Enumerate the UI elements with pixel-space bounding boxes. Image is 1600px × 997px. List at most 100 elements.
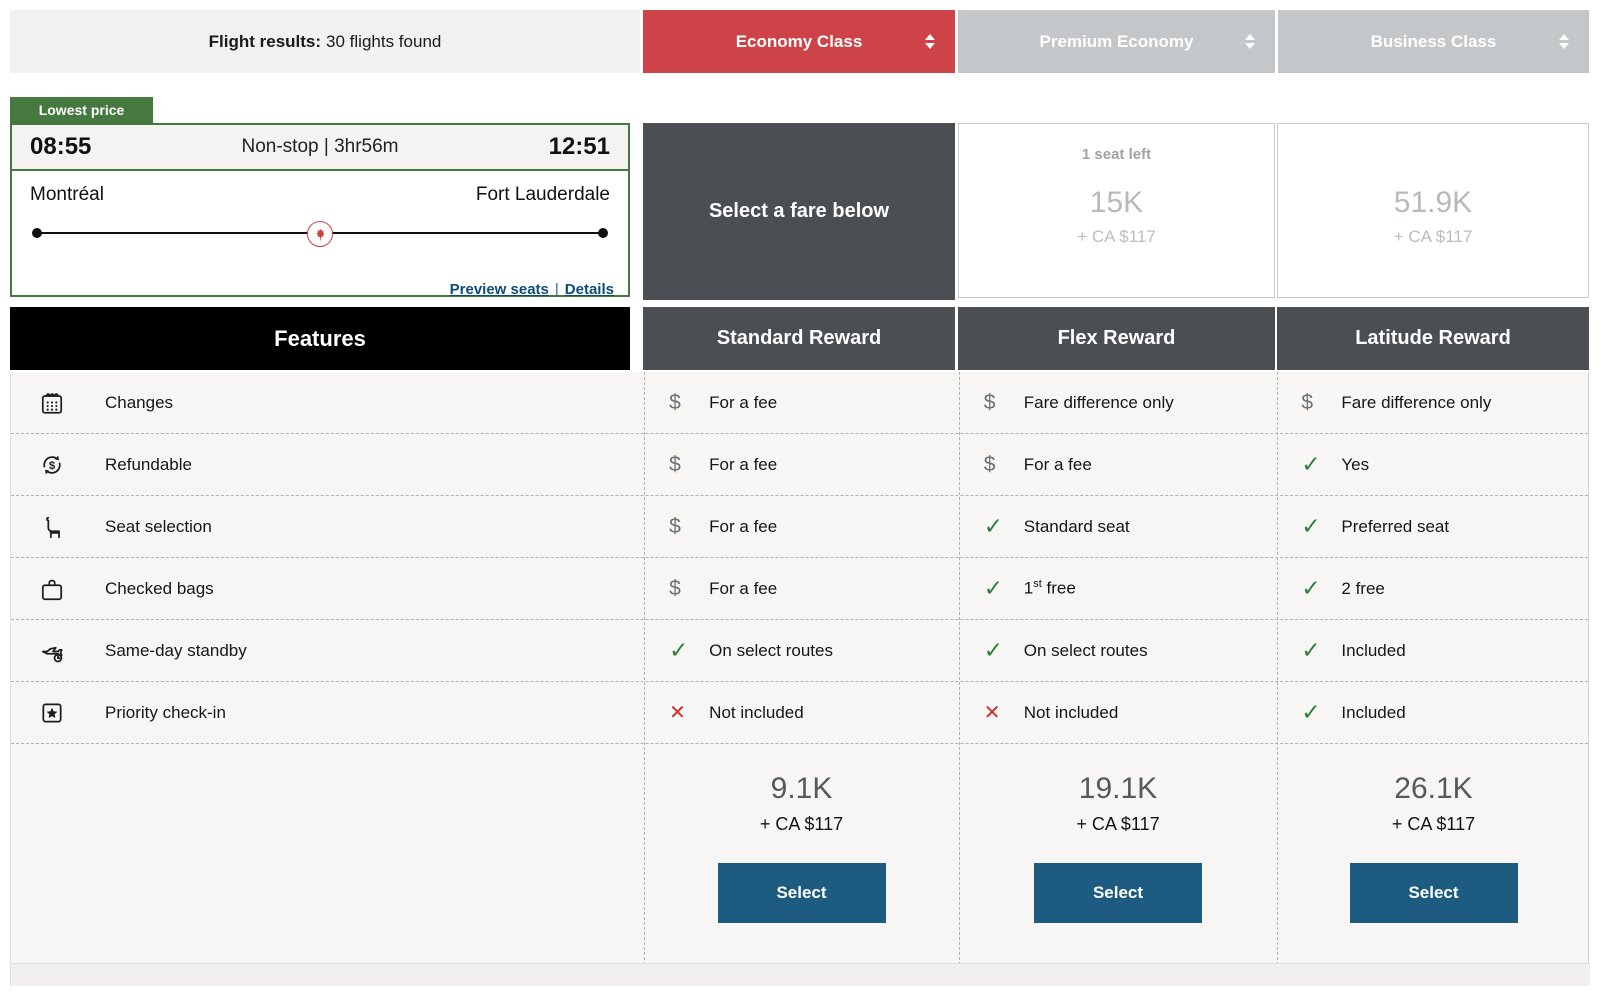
feature-row-same-day-standby: Same-day standby✓On select routes✓On sel… [11, 620, 1588, 682]
seat-icon [39, 514, 69, 540]
flight-times-strip: 08:55 Non-stop | 3hr56m 12:51 [12, 125, 628, 171]
feature-row-seat-selection: Seat selection$For a fee✓Standard seat✓P… [11, 496, 1588, 558]
cross-icon: ✕ [669, 700, 709, 725]
fare-value-cell: ✓Included [1275, 699, 1588, 726]
check-icon: ✓ [1301, 513, 1341, 540]
points-value: 15K [1090, 186, 1143, 220]
cash-value: + CA $117 [1394, 227, 1473, 247]
sort-down-arrow [1559, 43, 1569, 49]
preview-seats-link[interactable]: Preview seats [450, 281, 549, 298]
premium-economy-fare-cell: 1 seat left 15K + CA $117 [958, 123, 1275, 298]
fare-value-cell: $For a fee [958, 453, 1276, 477]
sort-arrows-icon [1559, 34, 1569, 49]
tab-label: Premium Economy [1040, 32, 1194, 52]
check-icon: ✓ [1301, 699, 1341, 726]
fare-value-cell: $Fare difference only [1275, 391, 1588, 415]
fare-value-cell: ✓On select routes [643, 637, 958, 664]
fare-value-text: 2 free [1341, 579, 1384, 599]
pricing-cell-flex-reward: 19.1K+ CA $117Select [959, 744, 1277, 963]
fee-icon: $ [984, 453, 1024, 477]
fare-comparison-page: Flight results: 30 flights found Economy… [0, 0, 1600, 997]
tab-economy-class[interactable]: Economy Class [643, 10, 955, 73]
fare-value-cell: ✓Preferred seat [1275, 513, 1588, 540]
points-value: 19.1K [1079, 772, 1157, 806]
fee-icon: $ [1301, 391, 1341, 415]
cash-value: + CA $117 [1392, 814, 1475, 835]
standby-plane-icon [39, 638, 69, 664]
fare-value-cell: ✓Yes [1275, 451, 1588, 478]
fare-value-text: For a fee [709, 393, 777, 413]
fare-value-cell: ✕Not included [958, 700, 1276, 725]
feature-label: Changes [105, 393, 173, 413]
check-icon: ✓ [984, 575, 1024, 602]
feature-label: Checked bags [105, 579, 214, 599]
cross-icon: ✕ [984, 700, 1024, 725]
fare-value-cell: $For a fee [643, 577, 958, 601]
fare-value-cell: ✓On select routes [958, 637, 1276, 664]
select-button-latitude-reward[interactable]: Select [1350, 863, 1518, 923]
pricing-row: 9.1K+ CA $117Select19.1K+ CA $117Select2… [11, 744, 1590, 963]
tab-premium-economy[interactable]: Premium Economy [958, 10, 1275, 73]
pricing-cell-standard-reward: 9.1K + CA $117 Select [644, 744, 959, 963]
fare-value-text: On select routes [1024, 641, 1148, 661]
fare-value-text: Not included [1024, 703, 1119, 723]
check-icon: ✓ [1301, 575, 1341, 602]
route-line [32, 220, 608, 246]
points-value: 51.9K [1394, 186, 1472, 220]
cash-value: + CA $117 [1077, 227, 1156, 247]
pricing-cell-latitude-reward: 26.1K + CA $117 Select [1277, 744, 1590, 963]
pricing-spacer [11, 744, 644, 963]
destination-city: Fort Lauderdale [476, 184, 610, 206]
sort-down-arrow [1245, 43, 1255, 49]
feature-cell: Seat selection [11, 514, 643, 540]
details-link[interactable]: Details [565, 281, 614, 298]
features-header: Features [10, 307, 630, 370]
flight-results-label: Flight results: [209, 32, 321, 52]
flight-results-count: 30 flights found [326, 32, 441, 52]
route-origin-dot [32, 228, 42, 238]
select-button-flex-reward[interactable]: Select [1034, 863, 1202, 923]
check-icon: ✓ [984, 513, 1024, 540]
select-fare-prompt: Select a fare below [643, 123, 955, 300]
lowest-price-badge: Lowest price [10, 97, 153, 123]
flight-results-bar: Flight results: 30 flights found [10, 10, 640, 73]
feature-label: Seat selection [105, 517, 212, 537]
fare-value-text: Standard seat [1024, 517, 1130, 537]
segment-info: Non-stop | 3hr56m [241, 136, 398, 158]
fare-column-header-standard-reward: Standard Reward [643, 307, 955, 370]
fare-value-text: For a fee [709, 517, 777, 537]
flight-card-body: Montréal Fort Lauderdale Preview seats|D… [12, 184, 628, 306]
fare-value-text: 1st free [1024, 578, 1076, 599]
fare-value-text: Yes [1341, 455, 1369, 475]
flight-card: 08:55 Non-stop | 3hr56m 12:51 Montréal F… [10, 123, 630, 297]
tab-label: Economy Class [736, 32, 863, 52]
fee-icon: $ [669, 391, 709, 415]
calendar-icon [39, 390, 69, 416]
fare-value-text: Fare difference only [1341, 393, 1491, 413]
maple-leaf-icon [313, 227, 328, 242]
fare-value-text: Not included [709, 703, 804, 723]
sort-down-arrow [925, 43, 935, 49]
fare-value-text: Preferred seat [1341, 517, 1449, 537]
sort-up-arrow [1245, 34, 1255, 40]
seats-left-label: 1 seat left [1082, 146, 1151, 164]
fare-value-cell: ✓Standard seat [958, 513, 1276, 540]
cash-value: + CA $117 [760, 814, 843, 835]
fare-column-header-flex-reward: Flex Reward [958, 307, 1275, 370]
feature-cell: Checked bags [11, 576, 643, 602]
select-button-standard-reward[interactable]: Select [718, 863, 886, 923]
check-icon: ✓ [984, 637, 1024, 664]
tab-business-class[interactable]: Business Class [1278, 10, 1589, 73]
feature-row-priority-check-in: Priority check-in✕Not included✕Not inclu… [11, 682, 1588, 744]
svg-text:$: $ [49, 459, 56, 471]
feature-cell: Changes [11, 390, 643, 416]
fare-value-text: For a fee [709, 455, 777, 475]
feature-cell: $Refundable [11, 452, 643, 478]
fare-value-text: Fare difference only [1024, 393, 1174, 413]
points-value: 26.1K [1394, 772, 1472, 806]
fare-column-header-latitude-reward: Latitude Reward [1277, 307, 1589, 370]
fee-icon: $ [669, 453, 709, 477]
checked-bag-icon [39, 576, 69, 602]
points-value: 9.1K [771, 772, 833, 806]
fare-value-text: Included [1341, 703, 1405, 723]
